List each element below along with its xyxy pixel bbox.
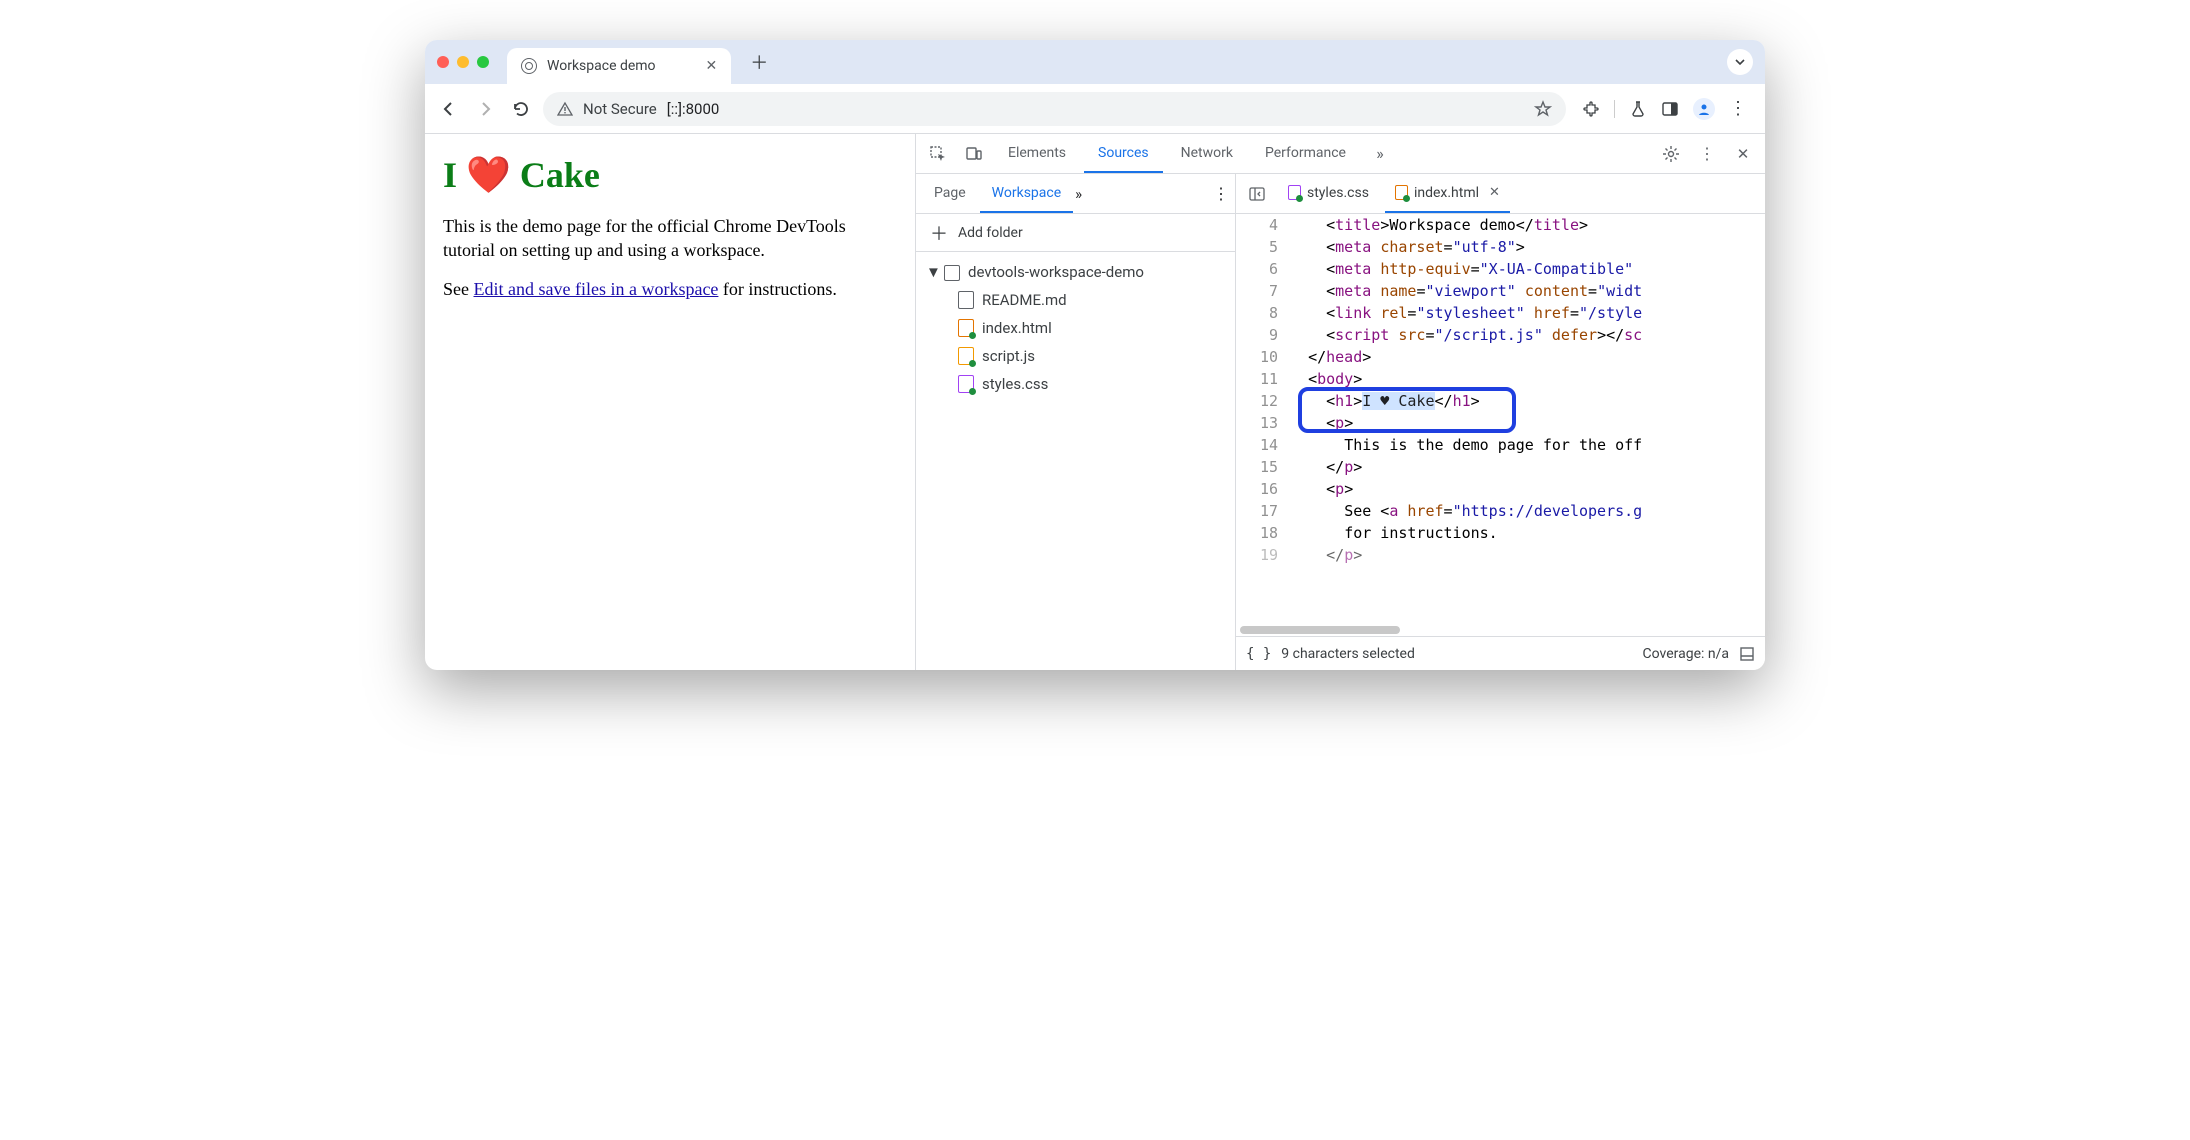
address-bar[interactable]: Not Secure [::]:8000 xyxy=(543,92,1566,126)
nav-tab-page[interactable]: Page xyxy=(922,175,978,213)
heart-icon: ❤️ xyxy=(466,155,511,195)
menu-icon[interactable]: ⋮ xyxy=(1729,98,1747,119)
file-icon xyxy=(958,347,974,365)
workspace-link[interactable]: Edit and save files in a workspace xyxy=(474,279,719,299)
editor-tab-label: styles.css xyxy=(1307,185,1369,201)
security-label: Not Secure xyxy=(583,100,657,118)
code-editor[interactable]: 4 <title>Workspace demo</title> 5 <meta … xyxy=(1236,214,1765,624)
file-label: script.js xyxy=(982,347,1035,365)
forward-button[interactable] xyxy=(471,95,499,123)
tab-performance[interactable]: Performance xyxy=(1251,135,1360,173)
side-panel-icon[interactable] xyxy=(1661,100,1679,118)
coverage-status: Coverage: n/a xyxy=(1643,646,1729,662)
sources-navigator: Page Workspace » ⋮ ＋ Add folder ▼ xyxy=(916,174,1236,670)
tab-title: Workspace demo xyxy=(547,58,656,74)
maximize-window-button[interactable] xyxy=(477,56,489,68)
chevron-down-icon xyxy=(1734,56,1746,68)
more-tabs-icon[interactable]: » xyxy=(1364,138,1396,170)
tab-sources[interactable]: Sources xyxy=(1084,135,1163,173)
file-icon xyxy=(958,319,974,337)
tabs-dropdown-button[interactable] xyxy=(1727,49,1753,75)
file-label: index.html xyxy=(982,319,1052,337)
devtools-panel: Elements Sources Network Performance » ⋮… xyxy=(915,134,1765,670)
editor-tabs: styles.css index.html ✕ xyxy=(1236,174,1765,214)
pretty-print-icon[interactable]: { } xyxy=(1246,646,1271,662)
separator xyxy=(1614,100,1615,118)
file-icon xyxy=(958,375,974,393)
close-window-button[interactable] xyxy=(437,56,449,68)
tab-network[interactable]: Network xyxy=(1167,135,1247,173)
warning-icon xyxy=(557,101,573,117)
file-tree: ▼ devtools-workspace-demo README.md inde… xyxy=(916,252,1235,404)
rendered-page: I ❤️ Cake This is the demo page for the … xyxy=(425,134,915,670)
window-controls xyxy=(437,56,489,68)
labs-icon[interactable] xyxy=(1629,100,1647,118)
browser-window: Workspace demo ✕ ＋ Not Secure [::]:8000 xyxy=(425,40,1765,670)
folder-icon xyxy=(944,263,960,281)
tree-file[interactable]: README.md xyxy=(916,286,1235,314)
reload-button[interactable] xyxy=(507,95,535,123)
tree-folder[interactable]: ▼ devtools-workspace-demo xyxy=(916,258,1235,286)
editor-tab-label: index.html xyxy=(1414,185,1479,201)
plus-icon: ＋ xyxy=(930,220,948,246)
page-paragraph: This is the demo page for the official C… xyxy=(443,214,897,263)
more-nav-tabs-icon[interactable]: » xyxy=(1075,185,1082,203)
triangle-down-icon: ▼ xyxy=(926,263,936,281)
profile-avatar[interactable] xyxy=(1693,98,1715,120)
new-tab-button[interactable]: ＋ xyxy=(745,48,773,76)
toolbar: Not Secure [::]:8000 ⋮ xyxy=(425,84,1765,134)
url-text: [::]:8000 xyxy=(667,100,720,118)
add-folder-label: Add folder xyxy=(958,225,1023,241)
device-toolbar-icon[interactable] xyxy=(958,138,990,170)
toolbar-icons: ⋮ xyxy=(1574,98,1755,120)
close-devtools-icon[interactable]: ✕ xyxy=(1727,138,1759,170)
selection-status: 9 characters selected xyxy=(1281,646,1415,662)
nav-tab-workspace[interactable]: Workspace xyxy=(980,175,1074,213)
drawer-toggle-icon[interactable] xyxy=(1739,646,1755,662)
editor-tab-index[interactable]: index.html ✕ xyxy=(1385,175,1510,213)
tree-file[interactable]: styles.css xyxy=(916,370,1235,398)
star-icon[interactable] xyxy=(1534,100,1552,118)
page-heading: I ❤️ Cake xyxy=(443,154,897,196)
add-folder-button[interactable]: ＋ Add folder xyxy=(916,214,1235,252)
navigator-tabs: Page Workspace » ⋮ xyxy=(916,174,1235,214)
back-button[interactable] xyxy=(435,95,463,123)
tree-file[interactable]: script.js xyxy=(916,342,1235,370)
tree-file[interactable]: index.html xyxy=(916,314,1235,342)
file-label: README.md xyxy=(982,291,1067,309)
file-icon xyxy=(1288,185,1301,200)
tab-elements[interactable]: Elements xyxy=(994,135,1080,173)
editor-tab-styles[interactable]: styles.css xyxy=(1278,175,1379,213)
folder-label: devtools-workspace-demo xyxy=(968,263,1144,281)
nav-menu-icon[interactable]: ⋮ xyxy=(1213,184,1229,203)
close-editor-tab-icon[interactable]: ✕ xyxy=(1489,185,1500,200)
extensions-icon[interactable] xyxy=(1582,100,1600,118)
toggle-navigator-icon[interactable] xyxy=(1242,179,1272,209)
heading-text: I xyxy=(443,155,466,195)
arrow-left-icon xyxy=(440,100,458,118)
editor-area: styles.css index.html ✕ 4 <title>Workspa… xyxy=(1236,174,1765,670)
titlebar: Workspace demo ✕ ＋ xyxy=(425,40,1765,84)
reload-icon xyxy=(512,100,530,118)
inspect-element-icon[interactable] xyxy=(922,138,954,170)
close-tab-icon[interactable]: ✕ xyxy=(706,58,718,74)
page-paragraph: See Edit and save files in a workspace f… xyxy=(443,277,897,301)
browser-tab[interactable]: Workspace demo ✕ xyxy=(507,48,731,84)
heading-text: Cake xyxy=(511,155,600,195)
minimize-window-button[interactable] xyxy=(457,56,469,68)
editor-statusbar: { } 9 characters selected Coverage: n/a xyxy=(1236,636,1765,670)
horizontal-scrollbar[interactable] xyxy=(1236,624,1765,636)
file-icon xyxy=(1395,185,1408,200)
arrow-right-icon xyxy=(476,100,494,118)
globe-icon xyxy=(521,58,537,74)
devtools-tabs: Elements Sources Network Performance » ⋮… xyxy=(916,134,1765,174)
settings-icon[interactable] xyxy=(1655,138,1687,170)
devtools-menu-icon[interactable]: ⋮ xyxy=(1691,138,1723,170)
file-label: styles.css xyxy=(982,375,1048,393)
file-icon xyxy=(958,291,974,309)
content-area: I ❤️ Cake This is the demo page for the … xyxy=(425,134,1765,670)
